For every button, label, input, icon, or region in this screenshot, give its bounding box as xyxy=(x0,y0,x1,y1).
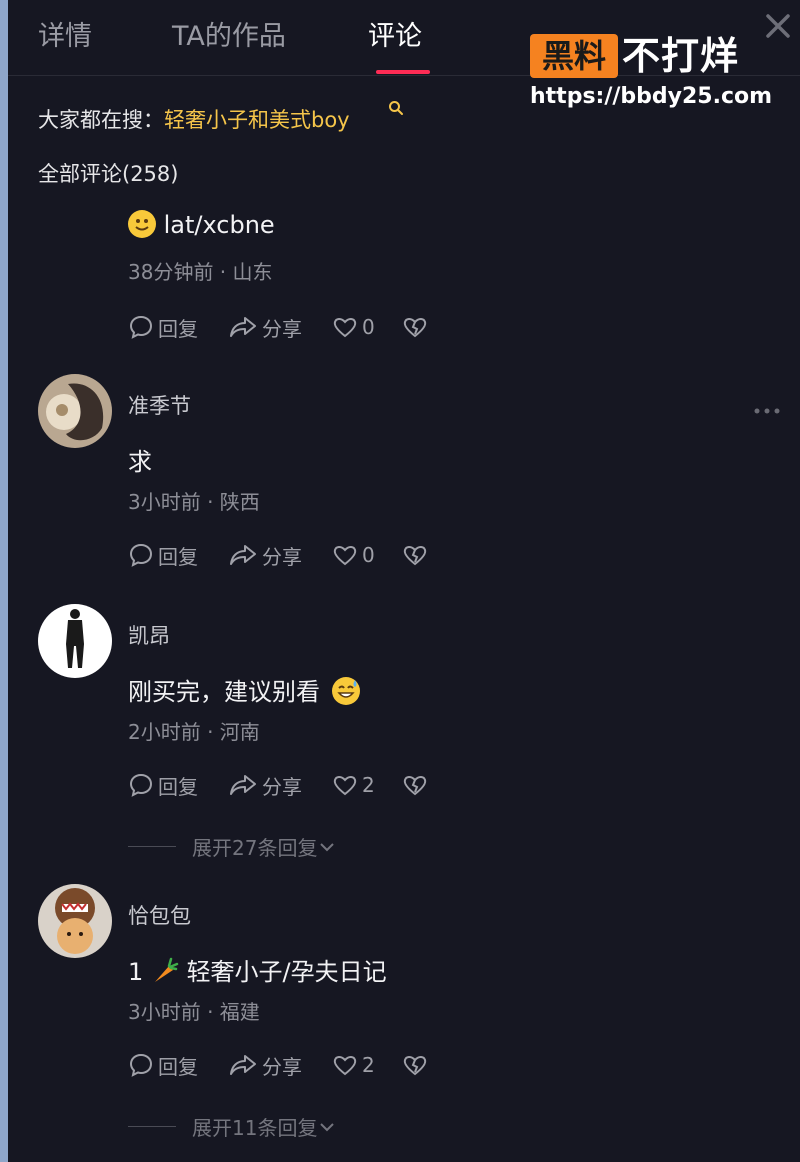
dislike-button[interactable] xyxy=(402,770,432,800)
trending-search-label: 大家都在搜： xyxy=(38,108,164,132)
share-button[interactable]: 分享 xyxy=(228,1050,302,1080)
heart-icon xyxy=(333,776,357,796)
comment-meta: 2小时前 · 河南 xyxy=(128,720,260,744)
window-edge xyxy=(0,0,8,1162)
share-icon xyxy=(230,317,256,337)
comment-content: 刚买完，建议别看 xyxy=(128,672,360,707)
reply-button[interactable]: 回复 xyxy=(128,312,198,342)
comment-meta: 3小时前 · 陕西 xyxy=(128,490,260,514)
comments-count: 全部评论(258) xyxy=(38,162,179,186)
comment-author[interactable]: 准季节 xyxy=(128,390,191,420)
comment-content: 1 轻奢小子/孕夫日记 xyxy=(128,957,387,986)
tab-works[interactable]: TA的作品 xyxy=(172,14,286,53)
comment-actions: 回复 分享 0 xyxy=(128,540,448,570)
dislike-button[interactable] xyxy=(402,312,432,342)
reply-icon xyxy=(129,773,153,797)
tab-details[interactable]: 详情 xyxy=(38,14,92,53)
chevron-down-icon xyxy=(320,842,335,851)
broken-heart-icon xyxy=(403,776,427,796)
sweat-smile-emoji-icon xyxy=(331,677,360,705)
more-options-icon[interactable] xyxy=(752,402,782,414)
broken-heart-icon xyxy=(403,546,427,566)
like-button[interactable]: 2 xyxy=(332,1050,375,1080)
trending-search[interactable]: 大家都在搜：轻奢小子和美式boy xyxy=(38,101,403,134)
share-icon xyxy=(230,545,256,565)
comment-author[interactable]: 凯昂 xyxy=(128,620,170,650)
comment-actions: 回复 分享 0 xyxy=(128,312,448,342)
tab-comments[interactable]: 评论 xyxy=(368,14,422,53)
divider xyxy=(128,846,176,847)
reply-icon xyxy=(129,315,153,339)
comment-author[interactable]: 恰包包 xyxy=(128,900,191,930)
carrot-emoji-icon xyxy=(154,957,179,982)
share-button[interactable]: 分享 xyxy=(228,540,302,570)
share-button[interactable]: 分享 xyxy=(228,770,302,800)
watermark-text: 不打烊 xyxy=(622,34,740,78)
avatar[interactable] xyxy=(38,604,112,678)
share-icon xyxy=(230,775,256,795)
dislike-button[interactable] xyxy=(402,1050,432,1080)
comment-content: lat/xcbne xyxy=(128,210,275,239)
reply-icon xyxy=(129,543,153,567)
share-icon xyxy=(230,1055,256,1075)
chevron-down-icon xyxy=(320,1122,335,1131)
comment-actions: 回复 分享 2 xyxy=(128,770,448,800)
reply-button[interactable]: 回复 xyxy=(128,770,198,800)
expand-replies-button[interactable]: 展开27条回复 xyxy=(128,832,337,861)
avatar[interactable] xyxy=(38,884,112,958)
comment-meta: 38分钟前 · 山东 xyxy=(128,260,273,284)
trending-search-term[interactable]: 轻奢小子和美式boy xyxy=(164,108,350,132)
broken-heart-icon xyxy=(403,318,427,338)
reply-icon xyxy=(129,1053,153,1077)
share-button[interactable]: 分享 xyxy=(228,312,302,342)
comment-content: 求 xyxy=(128,448,152,476)
comment-actions: 回复 分享 2 xyxy=(128,1050,448,1080)
reply-button[interactable]: 回复 xyxy=(128,1050,198,1080)
expand-replies-button[interactable]: 展开11条回复 xyxy=(128,1112,337,1141)
like-button[interactable]: 2 xyxy=(332,770,375,800)
heart-icon xyxy=(333,318,357,338)
watermark-url: https://bbdy25.com xyxy=(530,84,773,109)
smile-emoji-icon xyxy=(128,210,156,238)
comment-meta: 3小时前 · 福建 xyxy=(128,1000,260,1024)
dislike-button[interactable] xyxy=(402,540,432,570)
close-icon[interactable] xyxy=(760,8,796,44)
broken-heart-icon xyxy=(403,1056,427,1076)
reply-button[interactable]: 回复 xyxy=(128,540,198,570)
avatar[interactable] xyxy=(38,374,112,448)
like-button[interactable]: 0 xyxy=(332,540,375,570)
divider xyxy=(128,1126,176,1127)
active-tab-indicator xyxy=(376,70,430,74)
heart-icon xyxy=(333,546,357,566)
like-button[interactable]: 0 xyxy=(332,312,375,342)
heart-icon xyxy=(333,1056,357,1076)
watermark-badge: 黑料 xyxy=(530,34,618,78)
search-icon xyxy=(389,101,403,115)
